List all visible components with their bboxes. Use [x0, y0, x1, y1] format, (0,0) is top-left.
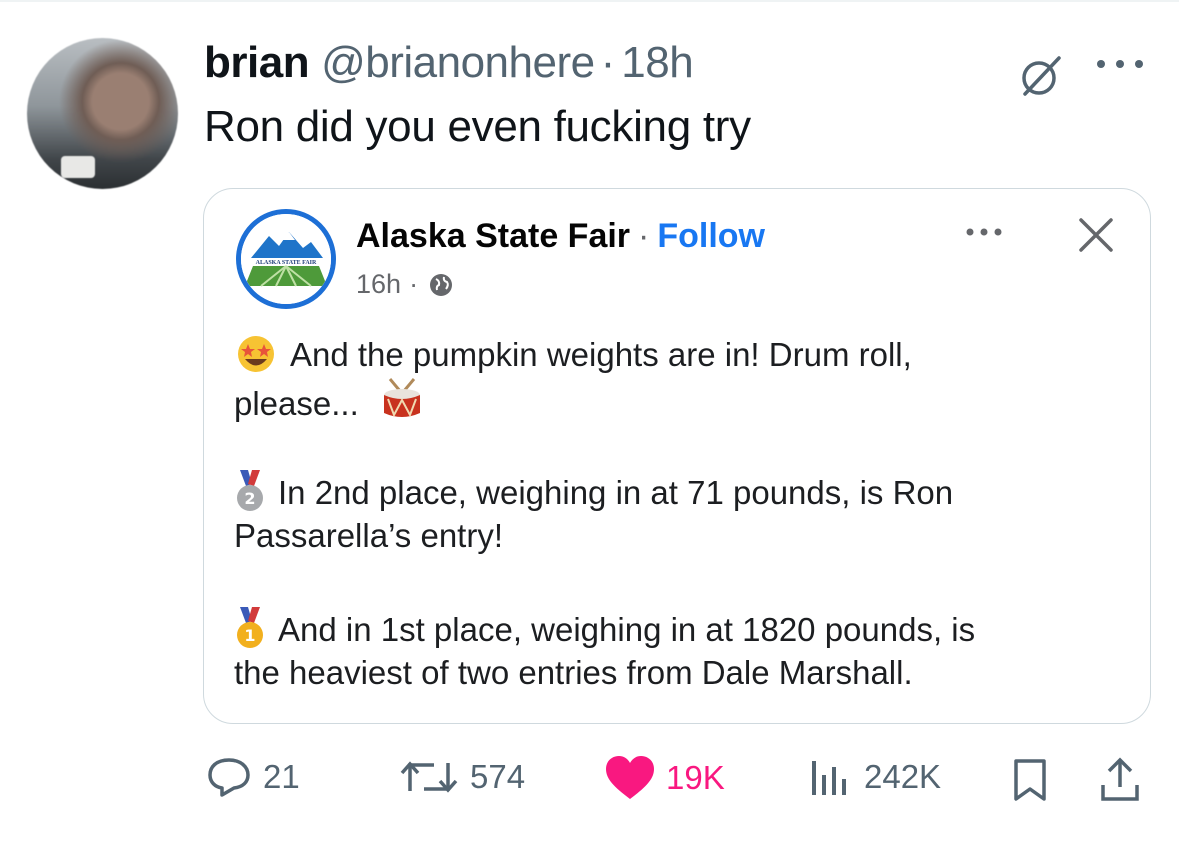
post-line-3-text: In 2nd place, weighing in at 71 pounds, … [278, 474, 954, 511]
svg-text:2: 2 [244, 489, 255, 508]
grok-icon[interactable] [1017, 52, 1065, 100]
user-avatar[interactable] [27, 38, 178, 189]
page-name-separator: · [638, 217, 650, 255]
post-line-2-text: please... [234, 385, 359, 422]
bookmark-icon[interactable] [1010, 757, 1050, 803]
reply-count: 21 [263, 758, 300, 795]
post-line-1: And the pumpkin weights are in! Drum rol… [234, 333, 912, 377]
post-more-icon[interactable] [964, 225, 1012, 239]
svg-text:1: 1 [244, 626, 255, 645]
share-icon[interactable] [1098, 757, 1142, 803]
globe-icon [430, 273, 453, 296]
post-line-3: 2 In 2nd place, weighing in at 71 pounds… [234, 470, 953, 515]
post-line-5: 1 And in 1st place, weighing in at 1820 … [234, 607, 975, 652]
reply-icon [208, 758, 250, 797]
header-separator: · [600, 38, 616, 87]
tweet-text: Ron did you even fucking try [204, 102, 751, 151]
action-bar: 21 574 19K 242K [0, 755, 1179, 805]
follow-button[interactable]: Follow [657, 217, 765, 255]
post-line-5-text: And in 1st place, weighing in at 1820 po… [278, 611, 976, 648]
post-time[interactable]: 16h [356, 269, 401, 300]
views-count: 242K [864, 758, 942, 795]
tweet-header: brian @brianonhere · 18h [204, 38, 694, 90]
like-count: 19K [666, 759, 725, 796]
post-meta-separator: · [409, 269, 419, 299]
page-logo: ALASKA STATE FAIR [236, 209, 336, 309]
like-button[interactable]: 19K [604, 755, 725, 801]
avatar-cup [61, 156, 95, 178]
post-line-4: Passarella’s entry! [234, 514, 503, 558]
repost-count: 574 [470, 758, 526, 795]
drum-emoji [383, 378, 420, 418]
embedded-screenshot-card[interactable]: ALASKA STATE FAIR Alaska State Fair · Foll… [203, 188, 1151, 724]
post-line-1-text: And the pumpkin weights are in! Drum rol… [290, 336, 912, 373]
second-place-medal-emoji: 2 [237, 470, 263, 511]
repost-icon [400, 761, 458, 793]
post-line-6: the heaviest of two entries from Dale Ma… [234, 651, 913, 695]
post-line-6-text: the heaviest of two entries from Dale Ma… [234, 654, 913, 691]
top-divider [0, 0, 1179, 2]
page-name[interactable]: Alaska State Fair [356, 217, 630, 255]
author-name[interactable]: brian [204, 38, 310, 88]
heart-icon [606, 756, 654, 799]
post-line-4-text: Passarella’s entry! [234, 517, 504, 554]
logo-text: ALASKA STATE FAIR [256, 260, 317, 266]
star-struck-emoji [238, 336, 274, 372]
post-meta: 16h · [356, 269, 454, 300]
page-name-line: Alaska State Fair · Follow [356, 217, 765, 256]
tweet-time[interactable]: 18h [621, 38, 693, 88]
fair-logo-icon: ALASKA STATE FAIR [241, 214, 331, 304]
close-icon[interactable] [1076, 215, 1116, 255]
views-button[interactable]: 242K [808, 755, 941, 799]
post-line-2: please... [234, 377, 436, 426]
reply-button[interactable]: 21 [205, 755, 300, 799]
first-place-medal-emoji: 1 [237, 607, 263, 648]
repost-button[interactable]: 574 [398, 755, 525, 799]
more-icon[interactable] [1093, 54, 1147, 74]
views-icon [812, 761, 846, 795]
author-handle[interactable]: @brianonhere [321, 38, 595, 88]
